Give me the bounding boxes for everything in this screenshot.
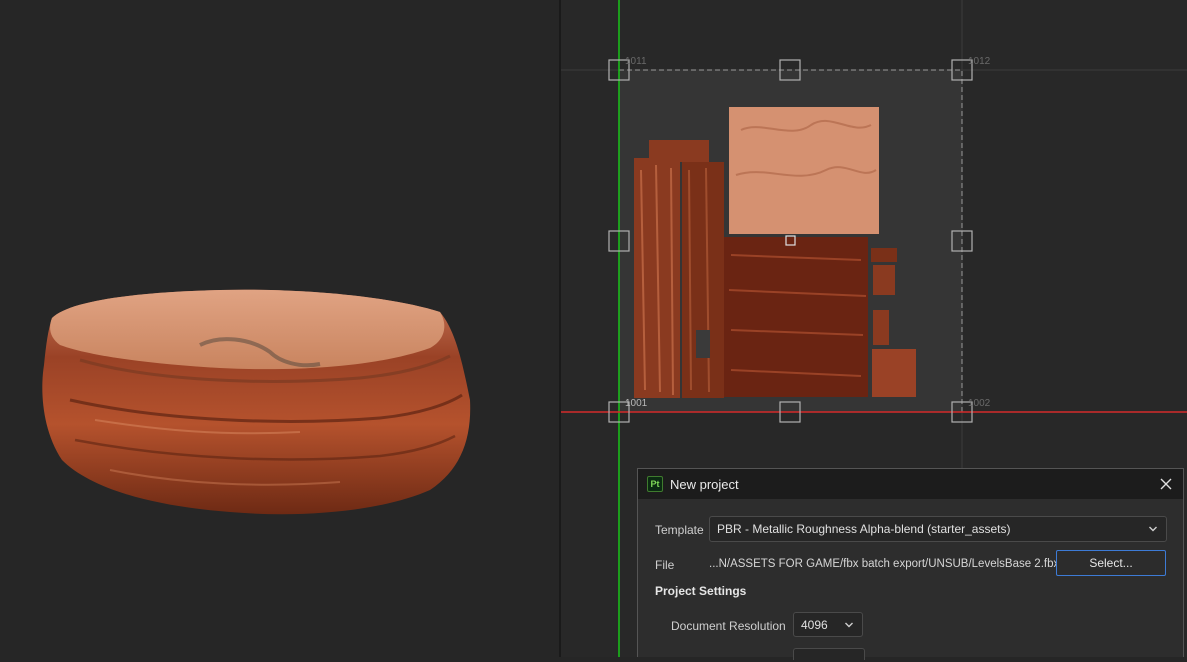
dialog-title-bar[interactable]: Pt New project xyxy=(638,469,1183,499)
chevron-down-icon xyxy=(1149,526,1157,532)
project-settings-heading: Project Settings xyxy=(655,584,747,598)
template-label: Template xyxy=(655,523,704,537)
close-button[interactable] xyxy=(1157,475,1175,493)
template-dropdown[interactable]: PBR - Metallic Roughness Alpha-blend (st… xyxy=(709,516,1167,542)
document-resolution-label: Document Resolution xyxy=(671,619,786,633)
rock-model-render xyxy=(42,289,471,515)
dialog-title: New project xyxy=(670,476,739,492)
document-resolution-dropdown[interactable]: 4096 xyxy=(793,612,863,637)
document-resolution-value: 4096 xyxy=(801,617,828,632)
uv-tile-label-1011: 1011 xyxy=(625,56,647,67)
uv-tile-label-1001: 1001 xyxy=(625,398,648,409)
uv-tile-label-1002: 1002 xyxy=(968,398,991,409)
painter-app-icon: Pt xyxy=(647,476,663,492)
file-label: File xyxy=(655,558,675,572)
close-icon xyxy=(1160,478,1172,490)
3d-viewport[interactable] xyxy=(0,0,559,657)
next-setting-dropdown-partial[interactable] xyxy=(793,648,865,660)
uv-islands xyxy=(634,107,916,398)
select-file-button[interactable]: Select... xyxy=(1056,550,1166,576)
uv-tile-label-1012: 1012 xyxy=(968,56,991,67)
template-dropdown-value: PBR - Metallic Roughness Alpha-blend (st… xyxy=(717,522,1011,536)
file-path-text: ...N/ASSETS FOR GAME/fbx batch export/UN… xyxy=(709,558,1060,570)
chevron-down-icon xyxy=(845,622,853,627)
new-project-dialog: Pt New project Template PBR - Metallic R… xyxy=(637,468,1184,660)
